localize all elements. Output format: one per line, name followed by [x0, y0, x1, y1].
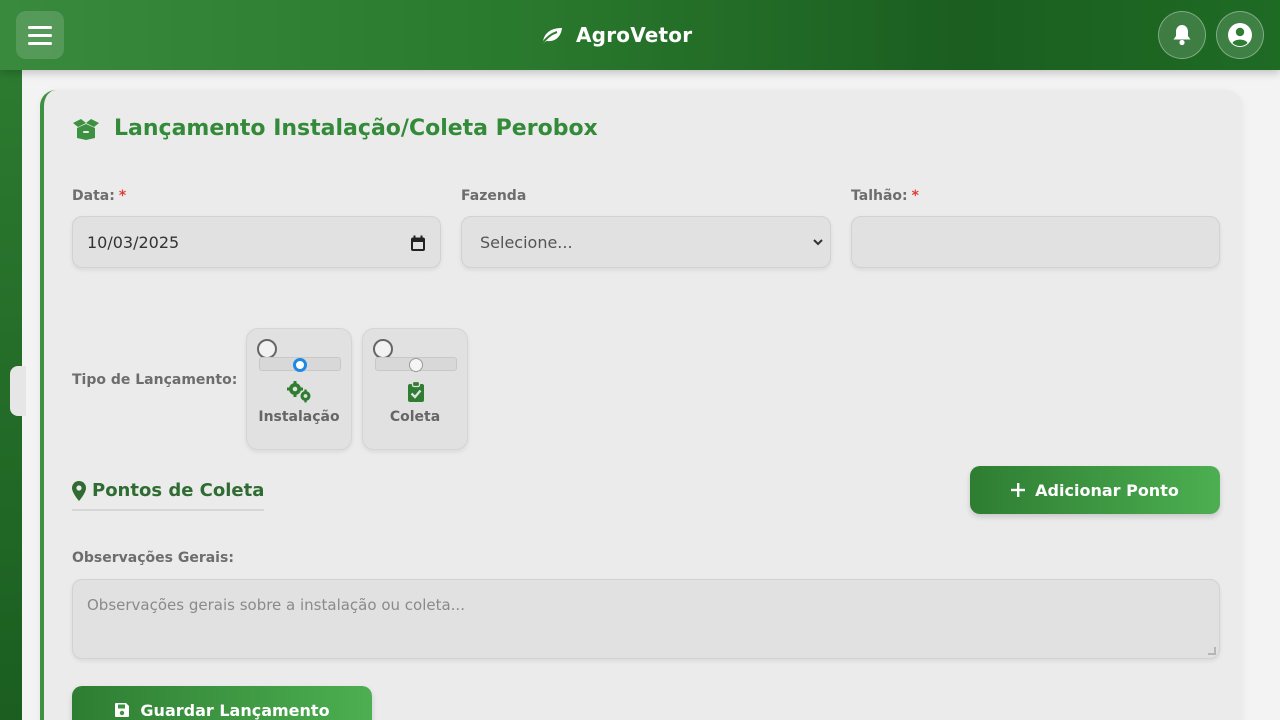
- option-label: Instalação: [258, 409, 340, 425]
- cogs-icon: [287, 381, 311, 403]
- add-point-label: Adicionar Ponto: [1035, 480, 1179, 500]
- clipboard-check-icon: [408, 381, 424, 402]
- form-card: Lançamento Instalação/Coleta Perobox Dat…: [40, 90, 1242, 720]
- plot-input[interactable]: [851, 216, 1220, 268]
- hamburger-menu-icon: [28, 26, 52, 29]
- top-navbar: AgroVetor: [0, 0, 1280, 70]
- leaf-icon: [541, 28, 562, 45]
- slider-knob[interactable]: [409, 358, 423, 372]
- box-icon: [73, 118, 99, 140]
- save-entry-button[interactable]: Guardar Lançamento: [72, 686, 372, 720]
- add-point-button[interactable]: Adicionar Ponto: [970, 466, 1220, 514]
- form-title: Lançamento Instalação/Coleta Perobox: [72, 116, 598, 141]
- farm-select[interactable]: Selecione...: [461, 216, 831, 268]
- pontos-coleta-title: Pontos de Coleta: [92, 480, 265, 501]
- form-title-text: Lançamento Instalação/Coleta Perobox: [114, 116, 598, 141]
- map-marker-icon: [72, 480, 86, 501]
- plot-label: Talhão: *: [851, 188, 919, 204]
- calendar-icon[interactable]: [410, 235, 426, 252]
- option-coleta[interactable]: Coleta: [362, 328, 468, 450]
- profile-button[interactable]: [1216, 11, 1264, 59]
- option-instalacao[interactable]: Instalação: [246, 328, 352, 450]
- farm-selected-value: Selecione...: [480, 233, 573, 252]
- save-icon: [115, 703, 130, 717]
- sidebar-strip: [0, 0, 22, 720]
- chevron-down-icon: [813, 239, 823, 246]
- brand-name: AgroVetor: [576, 23, 693, 47]
- plus-icon: [1011, 483, 1026, 497]
- date-input[interactable]: 10/03/2025: [72, 216, 441, 268]
- brand[interactable]: AgroVetor: [540, 20, 692, 50]
- date-value: 10/03/2025: [87, 233, 180, 252]
- radio-instalacao[interactable]: [257, 339, 277, 359]
- observations-placeholder: Observações gerais sobre a instalação ou…: [87, 596, 465, 614]
- tipo-lancamento-label: Tipo de Lançamento:: [72, 372, 238, 388]
- user-circle-icon: [1228, 23, 1252, 47]
- resize-handle[interactable]: [1208, 647, 1216, 655]
- observations-textarea[interactable]: Observações gerais sobre a instalação ou…: [72, 579, 1220, 659]
- save-entry-label: Guardar Lançamento: [140, 700, 330, 720]
- observations-label: Observações Gerais:: [72, 550, 234, 566]
- bell-icon: [1173, 25, 1191, 46]
- date-label: Data: *: [72, 188, 127, 204]
- slider-knob[interactable]: [293, 358, 307, 372]
- pontos-coleta-heading: Pontos de Coleta: [72, 480, 265, 511]
- radio-coleta[interactable]: [373, 339, 393, 359]
- option-label: Coleta: [389, 409, 441, 425]
- farm-label: Fazenda: [461, 188, 527, 204]
- required-mark: *: [911, 188, 919, 204]
- required-mark: *: [118, 188, 127, 204]
- sidebar-toggle-handle[interactable]: [10, 366, 26, 416]
- notifications-button[interactable]: [1158, 11, 1206, 59]
- menu-button[interactable]: [16, 11, 64, 59]
